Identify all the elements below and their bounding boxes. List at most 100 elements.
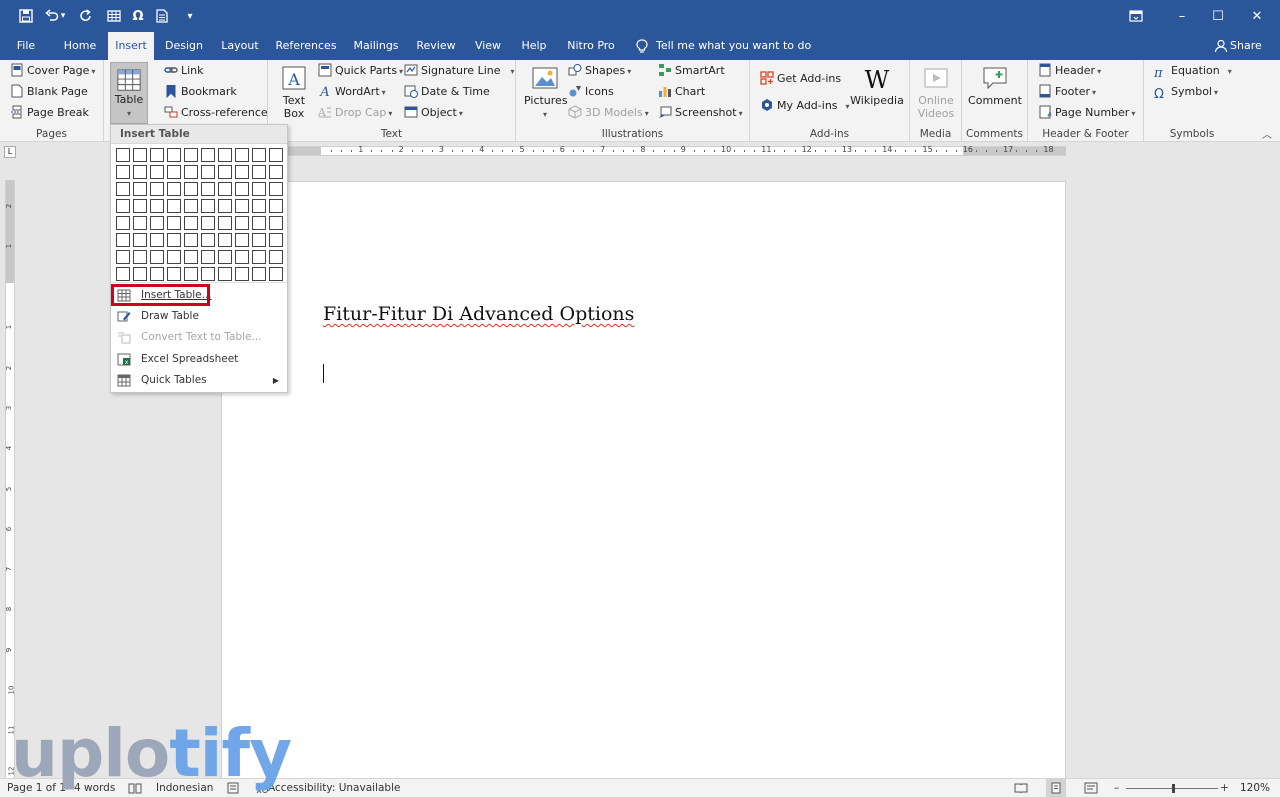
tab-home[interactable]: Home: [58, 32, 102, 60]
signature-line-button[interactable]: Signature Line ▾: [404, 62, 515, 80]
table-grid-cell[interactable]: [184, 182, 198, 196]
table-grid-cell[interactable]: [218, 267, 232, 281]
table-grid-cell[interactable]: [167, 216, 181, 230]
wikipedia-button[interactable]: W Wikipedia: [850, 66, 904, 108]
my-add-ins-button[interactable]: My Add-ins ▾: [760, 97, 850, 115]
table-grid-cell[interactable]: [235, 216, 249, 230]
share-button[interactable]: Share: [1214, 32, 1262, 60]
draw-table-menu-item[interactable]: Draw Table: [111, 306, 287, 327]
document-page[interactable]: Fitur-Fitur Di Advanced Options: [221, 181, 1066, 781]
customize-qat-button[interactable]: ▾: [178, 0, 202, 32]
tell-me-search[interactable]: Tell me what you want to do: [636, 32, 811, 60]
table-grid-cell[interactable]: [184, 148, 198, 162]
table-grid-cell[interactable]: [150, 199, 164, 213]
quick-parts-button[interactable]: Quick Parts ▾: [318, 62, 403, 80]
table-grid-cell[interactable]: [167, 199, 181, 213]
table-grid-cell[interactable]: [218, 165, 232, 179]
table-grid-cell[interactable]: [201, 182, 215, 196]
table-grid-cell[interactable]: [116, 182, 130, 196]
link-button[interactable]: Link: [164, 62, 204, 80]
zoom-out-button[interactable]: –: [1114, 779, 1119, 797]
chart-button[interactable]: Chart: [658, 83, 705, 101]
tab-selector[interactable]: L: [4, 146, 16, 158]
tab-design[interactable]: Design: [162, 32, 206, 60]
table-grid-cell[interactable]: [252, 199, 266, 213]
table-grid-cell[interactable]: [167, 267, 181, 281]
tab-file[interactable]: File: [8, 32, 44, 60]
web-layout-button[interactable]: [1084, 779, 1098, 797]
table-grid-cell[interactable]: [133, 267, 147, 281]
table-grid-cell[interactable]: [218, 148, 232, 162]
table-grid-cell[interactable]: [184, 250, 198, 264]
table-button[interactable]: Table ▾: [110, 62, 148, 124]
table-grid-cell[interactable]: [218, 182, 232, 196]
drop-cap-button[interactable]: A Drop Cap ▾: [318, 104, 392, 122]
screenshot-button[interactable]: Screenshot ▾: [658, 104, 743, 122]
table-grid-cell[interactable]: [269, 199, 283, 213]
table-grid-cell[interactable]: [269, 250, 283, 264]
equation-button[interactable]: π Equation ▾: [1154, 62, 1232, 81]
wordart-button[interactable]: A WordArt ▾: [318, 83, 385, 101]
table-grid-cell[interactable]: [167, 233, 181, 247]
table-grid-cell[interactable]: [184, 233, 198, 247]
table-grid-cell[interactable]: [269, 165, 283, 179]
undo-dropdown[interactable]: ▾: [56, 0, 70, 32]
table-grid-cell[interactable]: [150, 165, 164, 179]
table-grid-cell[interactable]: [116, 165, 130, 179]
smartart-button[interactable]: SmartArt: [658, 62, 725, 80]
document-button[interactable]: [150, 0, 174, 32]
table-grid-cell[interactable]: [269, 216, 283, 230]
table-grid-cell[interactable]: [218, 233, 232, 247]
date-time-button[interactable]: Date & Time: [404, 83, 490, 101]
tab-mailings[interactable]: Mailings: [350, 32, 402, 60]
table-grid-cell[interactable]: [150, 267, 164, 281]
online-videos-button[interactable]: Online Videos: [914, 64, 958, 120]
table-grid-cell[interactable]: [116, 216, 130, 230]
table-grid-cell[interactable]: [252, 182, 266, 196]
blank-page-button[interactable]: Blank Page: [10, 83, 88, 101]
table-grid-cell[interactable]: [133, 182, 147, 196]
table-grid-cell[interactable]: [167, 182, 181, 196]
print-layout-button[interactable]: [1046, 779, 1066, 797]
document-heading[interactable]: Fitur-Fitur Di Advanced Options: [323, 303, 634, 325]
table-grid-cell[interactable]: [150, 182, 164, 196]
text-box-button[interactable]: A Text Box: [276, 64, 312, 120]
tab-view[interactable]: View: [470, 32, 506, 60]
table-grid-cell[interactable]: [184, 216, 198, 230]
get-add-ins-button[interactable]: Get Add-ins: [760, 70, 841, 88]
table-grid-cell[interactable]: [252, 267, 266, 281]
table-grid-cell[interactable]: [116, 267, 130, 281]
table-grid-cell[interactable]: [150, 148, 164, 162]
tab-review[interactable]: Review: [414, 32, 458, 60]
horizontal-ruler[interactable]: 1 2 3 4 5 6 7 8 9 10 11 12 13 14 15 16 17 18: [221, 145, 1066, 156]
table-grid-cell[interactable]: [201, 216, 215, 230]
read-mode-button[interactable]: [1014, 779, 1028, 797]
table-grid-cell[interactable]: [116, 199, 130, 213]
table-grid-cell[interactable]: [235, 148, 249, 162]
tab-help[interactable]: Help: [518, 32, 550, 60]
table-grid-cell[interactable]: [252, 216, 266, 230]
table-grid-cell[interactable]: [184, 165, 198, 179]
table-grid-cell[interactable]: [201, 199, 215, 213]
zoom-slider[interactable]: [1126, 779, 1218, 797]
table-grid-cell[interactable]: [235, 165, 249, 179]
icons-button[interactable]: Icons: [568, 83, 614, 101]
quick-tables-menu-item[interactable]: Quick Tables ▶: [111, 370, 287, 391]
table-grid-cell[interactable]: [252, 165, 266, 179]
table-grid-cell[interactable]: [235, 199, 249, 213]
table-grid-cell[interactable]: [269, 267, 283, 281]
cross-reference-button[interactable]: Cross-reference: [164, 104, 268, 122]
tab-insert[interactable]: Insert: [108, 32, 154, 60]
table-grid-cell[interactable]: [269, 233, 283, 247]
shapes-button[interactable]: Shapes ▾: [568, 62, 631, 80]
table-grid-cell[interactable]: [116, 148, 130, 162]
table-grid-cell[interactable]: [150, 250, 164, 264]
comment-button[interactable]: Comment: [966, 64, 1024, 108]
table-grid-cell[interactable]: [167, 250, 181, 264]
table-grid-cell[interactable]: [252, 250, 266, 264]
table-grid-cell[interactable]: [116, 233, 130, 247]
table-grid-cell[interactable]: [201, 250, 215, 264]
table-grid-cell[interactable]: [184, 199, 198, 213]
table-grid-cell[interactable]: [269, 182, 283, 196]
table-grid-cell[interactable]: [133, 148, 147, 162]
